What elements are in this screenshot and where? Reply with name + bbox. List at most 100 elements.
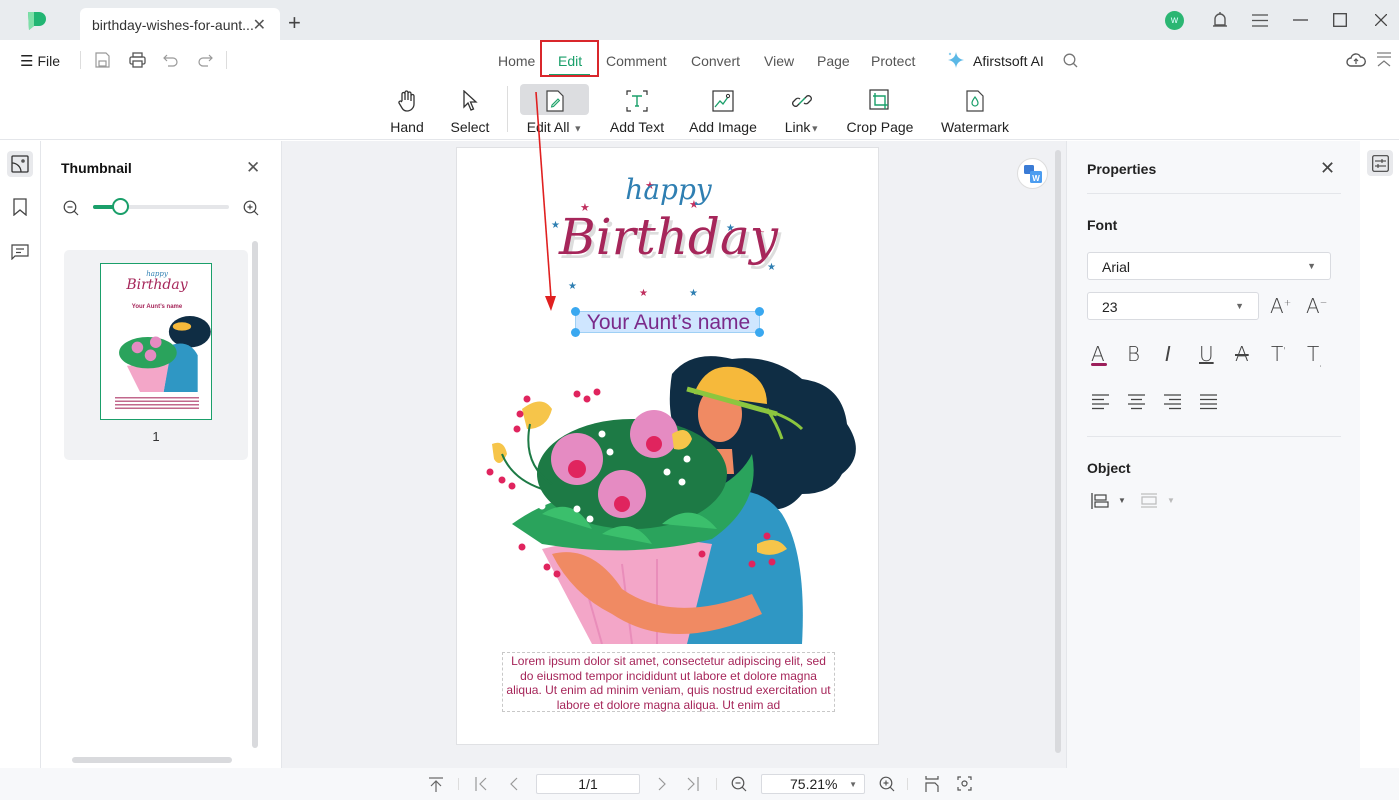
thumbnail-vertical-scrollbar[interactable] — [252, 241, 258, 748]
resize-handle-bottom-right[interactable] — [755, 328, 764, 337]
page-thumbnail[interactable]: happy Birthday Your Aunt’s name 1 — [64, 250, 248, 460]
close-window-icon[interactable] — [1375, 14, 1387, 26]
document-tab[interactable]: birthday-wishes-for-aunt... ✕ — [80, 8, 280, 40]
bell-icon[interactable] — [1212, 11, 1228, 30]
align-justify-icon[interactable] — [1200, 394, 1218, 410]
zoom-in-thumbnail-icon[interactable] — [243, 200, 259, 216]
translate-icon: W — [1023, 164, 1042, 183]
woman-with-bouquet-illustration — [486, 356, 856, 644]
tab-convert[interactable]: Convert — [691, 53, 740, 69]
tab-comment[interactable]: Comment — [606, 53, 667, 69]
font-size-select[interactable]: 23 ▼ — [1087, 292, 1259, 320]
document-tab-title: birthday-wishes-for-aunt... — [92, 17, 254, 33]
bold-button[interactable]: B — [1127, 342, 1140, 366]
close-tab-icon[interactable]: ✕ — [253, 15, 266, 35]
maximize-icon[interactable] — [1333, 13, 1347, 27]
underline-button[interactable]: U — [1199, 342, 1214, 366]
edit-all-button[interactable]: Edit All ▼ — [520, 84, 589, 135]
next-page-icon[interactable] — [658, 777, 667, 791]
comment-panel-toggle[interactable] — [7, 239, 33, 265]
comment-icon — [11, 244, 29, 260]
select-tool-button[interactable]: Select — [447, 84, 493, 135]
font-section-label: Font — [1087, 217, 1118, 233]
watermark-button[interactable]: Watermark — [938, 84, 1012, 135]
align-left-icon[interactable] — [1092, 394, 1110, 410]
resize-handle-top-left[interactable] — [571, 307, 580, 316]
divider — [80, 51, 81, 69]
new-tab-button[interactable]: + — [288, 10, 301, 36]
thumbnail-zoom-slider-handle[interactable] — [112, 198, 130, 215]
crop-page-button[interactable]: Crop Page — [844, 84, 916, 135]
divider — [458, 778, 459, 790]
edit-all-icon — [545, 90, 564, 112]
add-image-button[interactable]: Add Image — [687, 84, 759, 135]
zoom-level-select[interactable]: 75.21% ▼ — [761, 774, 865, 794]
save-icon[interactable] — [95, 52, 110, 68]
increase-font-size-icon[interactable]: A+ — [1270, 294, 1291, 318]
translate-button[interactable]: W — [1017, 158, 1048, 189]
search-icon[interactable] — [1063, 53, 1078, 68]
minimize-icon[interactable] — [1293, 19, 1308, 21]
hamburger-menu-icon[interactable] — [1252, 14, 1268, 27]
thumbnail-horizontal-scrollbar[interactable] — [72, 757, 232, 763]
tab-page[interactable]: Page — [817, 53, 850, 69]
fit-page-icon[interactable] — [957, 776, 972, 791]
close-thumbnail-panel-icon[interactable]: ✕ — [246, 158, 260, 178]
previous-page-icon[interactable] — [509, 777, 518, 791]
link-button[interactable]: Link▼ — [781, 84, 823, 135]
lorem-paragraph-text-box[interactable]: Lorem ipsum dolor sit amet, consectetur … — [502, 652, 835, 712]
collapse-ribbon-icon[interactable] — [1377, 52, 1391, 68]
divider — [716, 778, 717, 790]
menu-row: ☰ File Home Edit Comment Convert View Pag… — [0, 40, 1399, 80]
zoom-in-icon[interactable] — [879, 776, 895, 792]
zoom-out-icon[interactable] — [731, 776, 747, 792]
canvas-vertical-scrollbar[interactable] — [1055, 150, 1061, 753]
tab-home[interactable]: Home — [498, 53, 535, 69]
resize-handle-bottom-left[interactable] — [571, 328, 580, 337]
page-number-input[interactable]: 1/1 — [536, 774, 640, 794]
file-menu-button[interactable]: ☰ File — [20, 52, 60, 70]
object-distribute-dropdown[interactable]: ▼ — [1140, 493, 1176, 511]
avatar[interactable]: w — [1165, 11, 1184, 30]
align-right-icon[interactable] — [1164, 394, 1182, 410]
redo-icon[interactable] — [197, 53, 213, 67]
divider — [507, 86, 508, 132]
selected-name-text-box[interactable]: Your Aunt’s name — [571, 307, 764, 337]
object-distribute-icon — [1141, 493, 1157, 508]
decrease-font-size-icon[interactable]: A− — [1306, 294, 1327, 318]
thumbnail-panel-toggle[interactable] — [7, 151, 33, 177]
first-page-top-icon[interactable] — [429, 777, 443, 792]
app-logo-icon — [28, 12, 46, 30]
first-page-icon[interactable] — [475, 777, 488, 791]
tab-view[interactable]: View — [764, 53, 794, 69]
birthday-title-text: Birthday — [559, 208, 778, 266]
resize-handle-top-right[interactable] — [755, 307, 764, 316]
last-page-icon[interactable] — [687, 777, 700, 791]
hamburger-icon: ☰ — [20, 53, 34, 70]
bookmark-panel-toggle[interactable] — [7, 194, 33, 220]
pdf-page[interactable]: ★ ★ ★ ★ ★ ★ ★ ★ ★ ★ happy Birthday Your … — [456, 147, 879, 745]
status-bar: 1/1 75.21% ▼ — [0, 768, 1399, 800]
hand-tool-button[interactable]: Hand — [385, 84, 429, 135]
divider — [1087, 436, 1341, 437]
cloud-upload-icon[interactable] — [1346, 52, 1366, 67]
italic-button[interactable]: I — [1165, 342, 1171, 366]
object-align-dropdown[interactable]: ▼ — [1091, 493, 1127, 511]
add-text-button[interactable]: Add Text — [606, 84, 668, 135]
add-text-icon — [626, 90, 648, 112]
superscript-button[interactable]: T' — [1271, 342, 1286, 366]
strikethrough-button[interactable]: A — [1235, 342, 1249, 366]
print-icon[interactable] — [129, 52, 146, 68]
close-properties-panel-icon[interactable]: ✕ — [1320, 158, 1335, 179]
undo-icon[interactable] — [163, 53, 179, 67]
tab-protect[interactable]: Protect — [871, 53, 915, 69]
fit-width-icon[interactable] — [925, 776, 939, 792]
ai-assistant-button[interactable]: Afirstsoft AI — [973, 53, 1044, 69]
link-icon — [792, 95, 812, 107]
font-family-select[interactable]: Arial ▼ — [1087, 252, 1331, 280]
aunt-name-text[interactable]: Your Aunt’s name — [576, 311, 761, 335]
align-center-icon[interactable] — [1128, 394, 1146, 410]
subscript-button[interactable]: T, — [1307, 342, 1322, 369]
zoom-out-thumbnail-icon[interactable] — [63, 200, 79, 216]
properties-panel-toggle[interactable] — [1367, 150, 1393, 176]
